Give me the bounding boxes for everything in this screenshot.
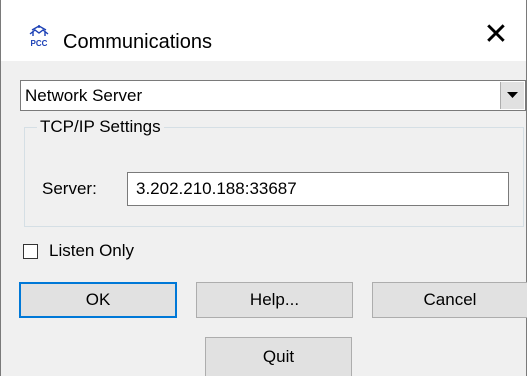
chevron-down-icon xyxy=(507,92,518,98)
dropdown-button[interactable] xyxy=(500,82,524,109)
listen-only-checkbox[interactable] xyxy=(23,244,38,259)
window-title: Communications xyxy=(63,31,212,53)
cancel-button[interactable]: Cancel xyxy=(372,282,527,318)
ok-button[interactable]: OK xyxy=(19,282,177,318)
tcpip-settings-group: TCP/IP Settings Server: xyxy=(24,116,524,227)
connection-type-select[interactable]: Network Server xyxy=(20,80,526,111)
pcc-app-icon: PCC xyxy=(26,24,52,48)
communications-dialog: PCC Communications ✕ Network Server TCP/… xyxy=(0,0,527,376)
listen-only-label[interactable]: Listen Only xyxy=(49,241,134,261)
server-input[interactable] xyxy=(127,172,509,206)
svg-text:PCC: PCC xyxy=(31,39,48,48)
tcpip-settings-legend: TCP/IP Settings xyxy=(37,116,164,138)
close-icon[interactable]: ✕ xyxy=(466,10,526,60)
server-label: Server: xyxy=(42,179,97,198)
quit-button[interactable]: Quit xyxy=(205,337,352,376)
connection-type-value: Network Server xyxy=(25,86,143,105)
title-bar[interactable]: PCC Communications ✕ xyxy=(1,0,526,61)
help-button[interactable]: Help... xyxy=(196,282,353,318)
